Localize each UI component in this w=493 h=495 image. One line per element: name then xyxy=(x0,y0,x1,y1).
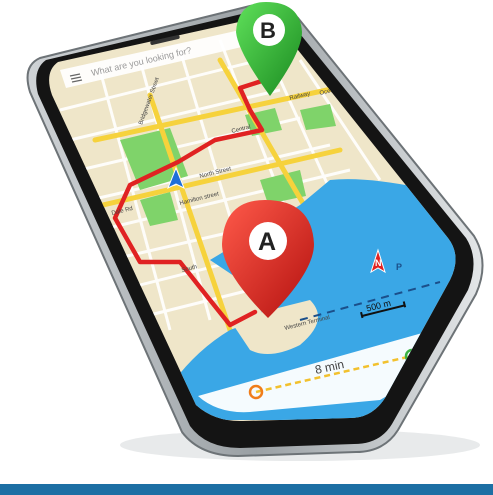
svg-text:N: N xyxy=(375,258,382,268)
parking-label: P xyxy=(396,262,402,272)
brand-bar xyxy=(0,484,493,495)
phone-map-illustration: North Street Hamilton street Central Bri… xyxy=(26,2,484,461)
pin-a-letter: A xyxy=(258,228,276,256)
pin-b-letter: B xyxy=(260,18,276,43)
